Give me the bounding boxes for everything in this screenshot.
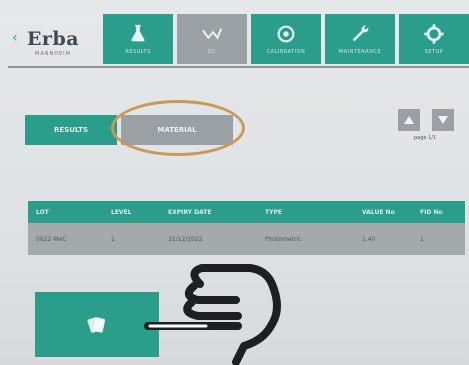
gear-icon xyxy=(424,24,444,44)
page-indicator: page 1/1 xyxy=(414,135,437,141)
cell-type: Photometric xyxy=(265,235,302,243)
pager: page 1/1 xyxy=(398,109,458,145)
material-table: LOT LEVEL EXPIRY DATE TYPE VALUE No FID … xyxy=(28,201,465,255)
column-header-type: TYPE xyxy=(265,208,282,216)
results-button[interactable]: RESULTS xyxy=(25,115,117,145)
material-highlight-ring xyxy=(111,100,245,156)
tab-qc[interactable]: QC xyxy=(177,14,247,64)
cards-icon xyxy=(87,316,106,333)
header-divider xyxy=(8,66,469,68)
tab-setup[interactable]: SETUP xyxy=(399,14,469,64)
tab-calibration[interactable]: CALIBRATION xyxy=(251,14,321,64)
top-navigation: RESULTS QC CALIBRATION MAINTENANCE SETUP xyxy=(103,14,469,64)
arrow-down-icon xyxy=(438,116,448,124)
cell-value: 1.40 xyxy=(362,235,376,243)
tab-results[interactable]: RESULTS xyxy=(103,14,173,64)
tab-maintenance-label: MAINTENANCE xyxy=(338,49,382,55)
table-header: LOT LEVEL EXPIRY DATE TYPE VALUE No FID … xyxy=(28,201,465,223)
cell-level: 1 xyxy=(111,235,115,243)
tab-setup-label: SETUP xyxy=(424,49,444,55)
page-up-button[interactable] xyxy=(398,109,420,131)
tab-maintenance[interactable]: MAINTENANCE xyxy=(325,14,395,64)
wrench-icon xyxy=(352,25,369,42)
logo-swoosh-icon: ‹ xyxy=(12,30,18,46)
erba-logo: ‹ Erba MANNHEIM xyxy=(8,22,98,62)
page-down-button[interactable] xyxy=(432,109,454,131)
column-header-level: LEVEL xyxy=(111,208,132,216)
pointing-hand-icon xyxy=(144,264,281,365)
cell-expiry: 31/12/2022 xyxy=(168,235,203,243)
arrow-up-icon xyxy=(404,116,414,124)
logo-subtitle: MANNHEIM xyxy=(35,50,71,57)
column-header-fid: FID No xyxy=(420,208,443,216)
flask-icon xyxy=(131,24,145,42)
analyzer-screen: ‹ Erba MANNHEIM RESULTS QC CALIBRATION M… xyxy=(0,0,469,365)
logo-text: Erba xyxy=(26,27,80,50)
column-header-lot: LOT xyxy=(36,208,49,216)
tab-qc-label: QC xyxy=(207,49,217,55)
column-header-expiry: EXPIRY DATE xyxy=(168,208,212,216)
cell-fid: 1 xyxy=(420,235,424,243)
column-header-value: VALUE No xyxy=(362,208,395,216)
tab-results-label: RESULTS xyxy=(125,49,151,55)
qc-graph-icon xyxy=(202,28,223,40)
table-row[interactable]: 0622-MeC 1 31/12/2022 Photometric 1.40 1 xyxy=(28,223,465,255)
cell-lot: 0622-MeC xyxy=(36,235,67,243)
tab-calibration-label: CALIBRATION xyxy=(266,49,306,55)
calibration-icon xyxy=(277,25,295,43)
